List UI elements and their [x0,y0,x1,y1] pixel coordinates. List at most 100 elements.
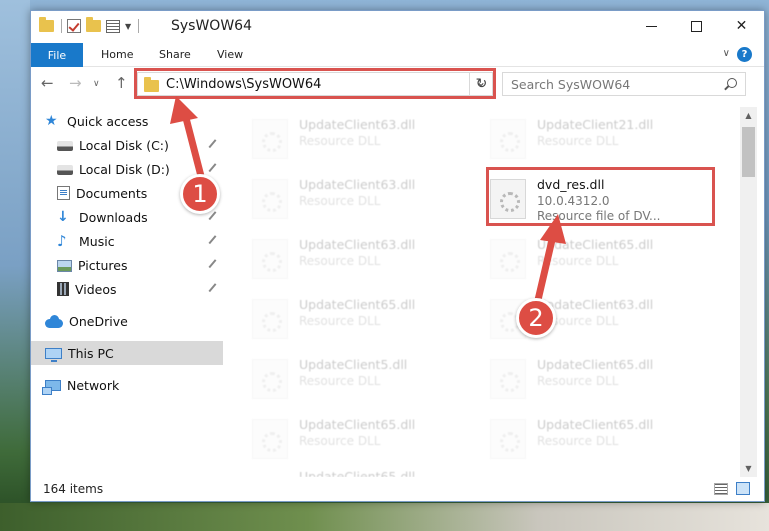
desktop-background-bottom [0,503,769,531]
file-name: UpdateClient63.dll [299,237,416,252]
file-highlight-box [486,167,715,226]
navigation-pane: ★ Quick access Local Disk (C:) Local Dis… [31,107,226,477]
recent-locations-icon[interactable]: ∨ [93,79,100,89]
onedrive-icon [45,314,63,328]
minimize-button[interactable] [629,11,674,41]
pin-icon [208,283,220,295]
tab-file[interactable]: File [31,43,83,67]
file-name: UpdateClient5.dll [299,357,408,372]
file-tile[interactable]: UpdateClient65.dll [244,463,474,477]
documents-icon [57,186,70,200]
file-tile[interactable]: UpdateClient65.dll Resource DLL [244,291,474,347]
file-name: UpdateClient65.dll [537,357,654,372]
sidebar-item-pictures[interactable]: Pictures [31,253,223,277]
step-1-badge: 1 [180,174,220,214]
file-tile[interactable]: UpdateClient65.dll Resource DLL [482,411,712,467]
file-name: UpdateClient63.dll [299,177,416,192]
file-tile[interactable]: UpdateClient63.dll Resource DLL [244,231,474,287]
scroll-down-icon[interactable]: ▼ [740,460,757,477]
file-description: Resource DLL [299,314,381,328]
sidebar-item-label: Network [67,377,120,393]
file-description: Resource DLL [537,374,619,388]
expand-ribbon-icon[interactable]: ∨ [723,48,730,59]
window-title: SysWOW64 [171,18,252,34]
search-input[interactable]: Search SysWOW64 [511,77,630,92]
pin-icon [208,259,220,271]
ribbon-tabs: File Home Share View ∨ ? [31,43,764,67]
tab-home[interactable]: Home [101,48,133,61]
file-name: UpdateClient21.dll [537,117,654,132]
new-folder-icon[interactable] [86,17,101,32]
sidebar-item-videos[interactable]: Videos [31,277,223,301]
toolbar-divider [61,19,62,33]
file-description: Resource DLL [537,134,619,148]
dll-file-icon [252,299,288,339]
close-button[interactable]: ✕ [719,11,764,41]
item-count: 164 items [43,482,104,496]
file-tile[interactable]: UpdateClient65.dll Resource DLL [482,351,712,407]
desktop-background-left [0,0,30,531]
file-description: Resource DLL [299,254,381,268]
sidebar-item-label: Documents [76,185,148,201]
file-description: Resource DLL [537,254,619,268]
file-name: UpdateClient65.dll [537,417,654,432]
sidebar-item-label: Videos [75,281,117,297]
file-description: Resource DLL [299,374,381,388]
dll-file-icon [252,119,288,159]
file-name: UpdateClient65.dll [299,469,416,477]
file-tile[interactable]: UpdateClient63.dll Resource DLL [244,171,474,227]
sidebar-item-music[interactable]: ♪ Music [31,229,223,253]
dll-file-icon [252,419,288,459]
file-description: Resource DLL [537,434,619,448]
details-view-icon[interactable] [714,483,728,495]
sidebar-item-label: Downloads [79,209,148,225]
file-description: Resource DLL [299,434,381,448]
dll-file-icon [252,179,288,219]
file-tile[interactable]: UpdateClient65.dll Resource DLL [244,411,474,467]
tab-share[interactable]: Share [159,48,191,61]
file-tile[interactable]: UpdateClient5.dll Resource DLL [244,351,474,407]
vertical-scrollbar[interactable]: ▲ ▼ [740,107,757,477]
toolbar-divider [138,19,140,33]
dll-file-icon [252,239,288,279]
sidebar-item-label: This PC [68,345,114,361]
tab-view[interactable]: View [217,48,243,61]
file-tile[interactable]: UpdateClient63.dll Resource DLL [244,111,474,167]
sidebar-item-onedrive[interactable]: OneDrive [31,309,223,333]
dll-file-icon [490,359,526,399]
music-icon: ♪ [57,232,67,250]
dll-file-icon [490,419,526,459]
sidebar-item-this-pc[interactable]: This PC [31,341,223,365]
drive-icon [57,165,73,175]
scroll-up-icon[interactable]: ▲ [740,107,757,124]
sidebar-item-quick-access[interactable]: ★ Quick access [31,109,223,133]
customize-toolbar-icon[interactable]: ▼ [125,22,131,31]
sidebar-item-local-disk-c[interactable]: Local Disk (C:) [31,133,223,157]
step-2-badge: 2 [516,298,556,338]
sidebar-item-label: Pictures [78,257,128,273]
back-button[interactable]: ← [41,74,54,92]
file-name: UpdateClient65.dll [299,417,416,432]
file-tile[interactable]: UpdateClient21.dll Resource DLL [482,111,712,167]
properties-icon[interactable] [106,19,120,33]
help-icon[interactable]: ? [737,47,752,62]
close-icon: ✕ [735,18,748,34]
forward-button[interactable]: → [69,74,82,92]
dll-file-icon [490,119,526,159]
download-icon: ↓ [57,209,69,225]
minimize-icon [646,25,657,27]
properties-check-icon[interactable] [67,19,81,33]
sidebar-item-network[interactable]: Network [31,373,223,397]
folder-icon [39,17,54,32]
search-box[interactable]: Search SysWOW64 [502,72,746,96]
up-button[interactable]: ↑ [115,74,128,92]
file-tile[interactable]: UpdateClient65.dll Resource DLL [482,231,712,287]
scrollbar-thumb[interactable] [742,127,755,177]
maximize-icon [691,20,702,32]
search-icon [727,78,737,88]
pin-icon [208,211,220,223]
pictures-icon [57,259,72,272]
large-icons-view-icon[interactable] [736,482,750,495]
maximize-button[interactable] [674,11,719,41]
pin-icon [208,163,220,175]
